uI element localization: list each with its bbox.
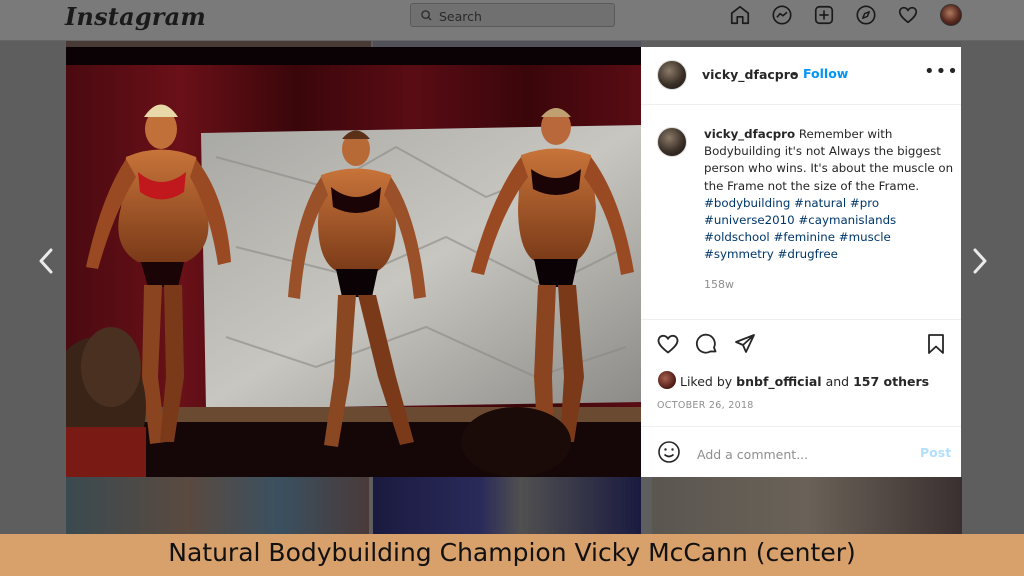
- next-post-arrow-icon[interactable]: [972, 247, 988, 275]
- more-options-icon[interactable]: •••: [924, 61, 959, 82]
- post-photo[interactable]: [66, 47, 641, 477]
- caption-username[interactable]: vicky_dfacpro: [704, 127, 795, 141]
- previous-post-arrow-icon[interactable]: [38, 247, 54, 275]
- search-input[interactable]: [437, 6, 611, 26]
- save-bookmark-icon[interactable]: [924, 332, 948, 356]
- profile-avatar[interactable]: [940, 4, 962, 26]
- search-box[interactable]: [410, 3, 615, 27]
- new-post-icon[interactable]: [813, 4, 835, 26]
- liked-by-and: and: [825, 374, 850, 389]
- comment-input[interactable]: [695, 444, 899, 464]
- messenger-icon[interactable]: [771, 4, 793, 26]
- separator-dot: •: [791, 68, 798, 81]
- liker-avatar[interactable]: [658, 371, 676, 389]
- caption-hashtags[interactable]: #bodybuilding #natural #pro #universe201…: [704, 196, 896, 262]
- search-icon: [421, 10, 432, 21]
- liked-by-others[interactable]: 157 others: [853, 374, 929, 389]
- comment-bubble-icon[interactable]: [695, 332, 719, 356]
- post-comment-button[interactable]: Post: [920, 445, 951, 460]
- post-header: vicky_dfacpro • Follow •••: [641, 47, 961, 105]
- explore-compass-icon[interactable]: [855, 4, 877, 26]
- activity-heart-icon[interactable]: [897, 4, 919, 26]
- video-caption-text: Natural Bodybuilding Champion Vicky McCa…: [168, 538, 856, 567]
- instagram-logo[interactable]: Instagram: [65, 2, 206, 31]
- bg-thumbnail-4: [66, 477, 369, 534]
- video-caption-bar: Natural Bodybuilding Champion Vicky McCa…: [0, 534, 1024, 576]
- home-icon[interactable]: [729, 4, 751, 26]
- post-date[interactable]: OCTOBER 26, 2018: [657, 400, 754, 411]
- emoji-smiley-icon[interactable]: [657, 440, 681, 464]
- bg-thumbnail-3: [680, 40, 961, 47]
- top-navigation-bar: Instagram: [0, 0, 1024, 41]
- like-heart-icon[interactable]: [656, 332, 680, 356]
- bg-thumbnail-2: [373, 40, 641, 47]
- bg-thumbnail-6: [652, 477, 962, 534]
- bg-thumbnail-5: [373, 477, 641, 534]
- post-details-panel: vicky_dfacpro • Follow ••• vicky_dfacpro…: [641, 47, 961, 477]
- likes-summary: Liked by bnbf_official and 157 others: [680, 374, 929, 389]
- comment-divider: [641, 426, 961, 427]
- author-avatar[interactable]: [657, 60, 687, 90]
- caption-age: 158w: [704, 278, 734, 291]
- follow-button[interactable]: Follow: [803, 66, 848, 81]
- stage-photo-illustration: [66, 47, 641, 477]
- caption-author-avatar[interactable]: [657, 127, 687, 157]
- post-caption: vicky_dfacpro Remember with Bodybuilding…: [704, 126, 956, 264]
- actions-divider: [641, 319, 961, 320]
- liked-by-prefix: Liked by: [680, 374, 733, 389]
- share-send-icon[interactable]: [733, 332, 757, 356]
- liked-by-user[interactable]: bnbf_official: [736, 374, 821, 389]
- author-username[interactable]: vicky_dfacpro: [702, 67, 798, 82]
- bg-thumbnail-1: [66, 40, 371, 47]
